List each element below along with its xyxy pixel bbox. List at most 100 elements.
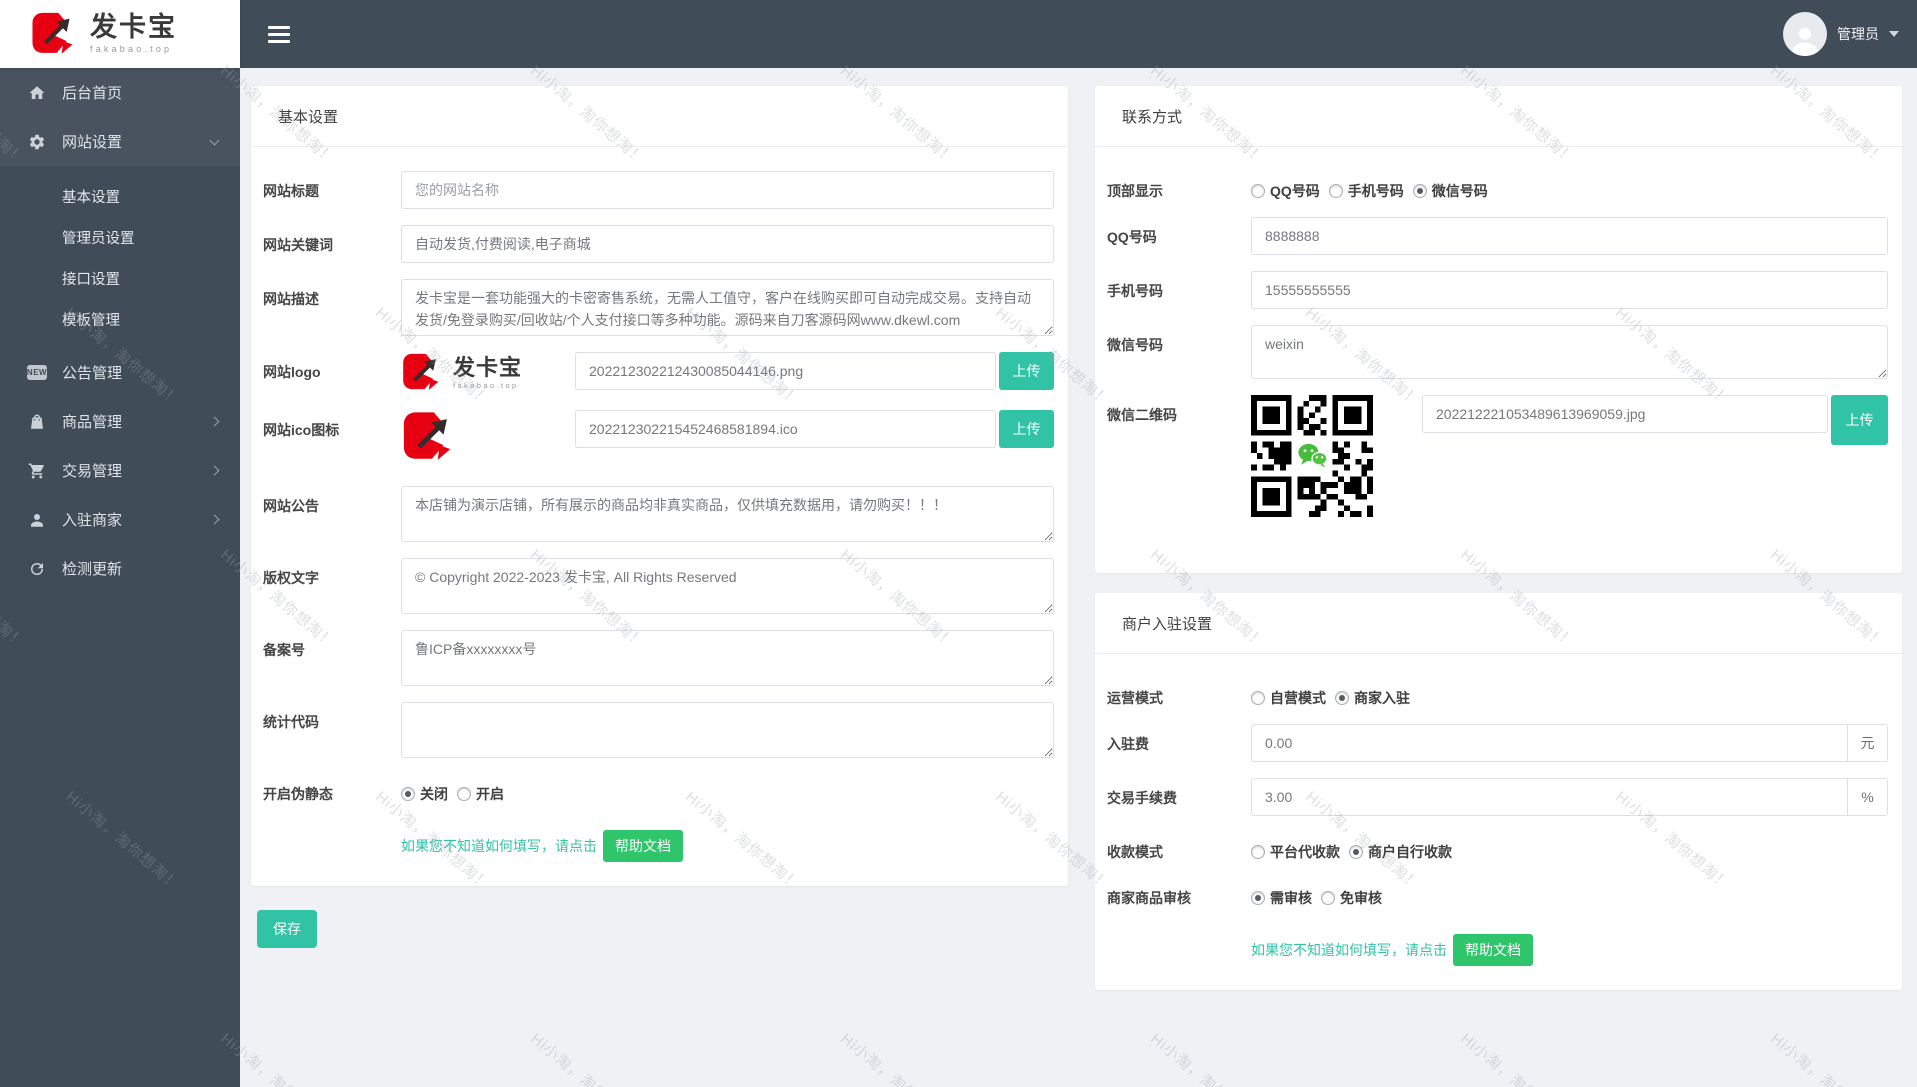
stats-code-textarea[interactable] xyxy=(401,702,1054,758)
main-content: 基本设置 网站标题 网站关键词 网站描述 发 xyxy=(240,68,1917,1087)
copyright-textarea[interactable]: © Copyright 2022-2023 发卡宝, All Rights Re… xyxy=(401,558,1054,614)
radio-option-label: 手机号码 xyxy=(1347,182,1404,199)
field-label: 开启伪静态 xyxy=(263,786,333,802)
radio-selected-icon[interactable] xyxy=(1412,183,1427,198)
radio-option[interactable]: 自营模式 xyxy=(1251,688,1326,708)
sidebar-item-check-update[interactable]: 检测更新 xyxy=(0,544,240,593)
field-label: 网站关键词 xyxy=(263,237,333,253)
sidebar-item-merchants[interactable]: 入驻商家 xyxy=(0,495,240,544)
sidebar-item-dashboard[interactable]: 后台首页 xyxy=(0,68,240,117)
sidebar-menu: 后台首页 网站设置 基本设置 管理员设置 接口设置 模板管理 NEW 公告管理 … xyxy=(0,68,240,593)
site-settings-submenu: 基本设置 管理员设置 接口设置 模板管理 xyxy=(0,166,240,348)
help-doc-button[interactable]: 帮助文档 xyxy=(1453,934,1533,966)
rewrite-row: 开启伪静态 关闭 开启 xyxy=(263,774,1054,804)
radio-option-label: 开启 xyxy=(476,785,504,802)
sidebar-item-api-settings[interactable]: 接口设置 xyxy=(0,258,240,299)
user-name: 管理员 xyxy=(1837,26,1879,42)
field-label: 微信二维码 xyxy=(1107,407,1177,423)
help-doc-button[interactable]: 帮助文档 xyxy=(603,830,683,862)
radio-option[interactable]: 商家入驻 xyxy=(1335,688,1410,708)
help-link[interactable]: 如果您不知道如何填写，请点击 xyxy=(1251,940,1447,960)
qr-filename-input[interactable] xyxy=(1422,395,1828,433)
logo-filename-input[interactable] xyxy=(575,352,996,390)
chevron-right-icon xyxy=(209,465,220,476)
description-textarea[interactable]: 发卡宝是一套功能强大的卡密寄售系统，无需人工值守，客户在线购买即可自动完成交易。… xyxy=(401,279,1054,336)
radio-selected-icon[interactable] xyxy=(1335,690,1349,705)
chevron-right-icon xyxy=(209,416,220,427)
sidebar-item-admin-settings[interactable]: 管理员设置 xyxy=(0,217,240,258)
entry-fee-row: 入驻费 元 xyxy=(1107,724,1888,762)
sidebar-item-site-settings[interactable]: 网站设置 xyxy=(0,117,240,166)
wechat-textarea[interactable]: weixin xyxy=(1251,325,1888,379)
field-label: 手机号码 xyxy=(1107,283,1163,299)
chevron-down-icon xyxy=(209,135,220,145)
stats-code-row: 统计代码 xyxy=(263,702,1054,758)
radio-selected-icon[interactable] xyxy=(1349,844,1363,859)
qq-input[interactable] xyxy=(1251,217,1888,255)
radio-unselected-icon[interactable] xyxy=(1321,890,1335,905)
sidebar-item-template-manage[interactable]: 模板管理 xyxy=(0,299,240,340)
review-mode-row: 商家商品审核 需审核 免审核 xyxy=(1107,878,1888,908)
help-link[interactable]: 如果您不知道如何填写，请点击 xyxy=(401,836,597,856)
radio-option[interactable]: 免审核 xyxy=(1321,888,1382,908)
radio-option-label: 免审核 xyxy=(1340,889,1382,906)
sidebar-item-basic-settings[interactable]: 基本设置 xyxy=(0,176,240,217)
wechat-row: 微信号码 weixin xyxy=(1107,325,1888,379)
field-label: 网站公告 xyxy=(263,498,319,514)
icp-textarea[interactable]: 鲁ICP备xxxxxxxx号 xyxy=(401,630,1054,686)
radio-option[interactable]: QQ号码 xyxy=(1251,181,1320,201)
radio-option[interactable]: 平台代收款 xyxy=(1251,842,1340,862)
radio-option[interactable]: 关闭 xyxy=(401,784,448,804)
keywords-row: 网站关键词 xyxy=(263,225,1054,263)
person-icon xyxy=(27,511,47,529)
sidebar-item-announcements[interactable]: NEW 公告管理 xyxy=(0,348,240,397)
notice-textarea[interactable]: 本店铺为演示店铺，所有展示的商品均非真实商品，仅供填充数据用，请勿购买！！！ xyxy=(401,486,1054,542)
wechat-logo-icon xyxy=(1292,436,1332,476)
sidebar-item-orders[interactable]: 交易管理 xyxy=(0,446,240,495)
user-menu[interactable]: 管理员 xyxy=(1783,12,1899,56)
keywords-input[interactable] xyxy=(401,225,1054,263)
radio-option-label: 微信号码 xyxy=(1431,182,1488,199)
hamburger-menu-icon[interactable] xyxy=(264,20,294,49)
radio-option[interactable]: 商户自行收款 xyxy=(1349,842,1452,862)
radio-unselected-icon[interactable] xyxy=(1251,844,1265,859)
radio-option-label: 需审核 xyxy=(1270,889,1312,906)
sidebar-item-label: 模板管理 xyxy=(62,313,120,329)
sidebar-item-products[interactable]: 商品管理 xyxy=(0,397,240,446)
description-row: 网站描述 发卡宝是一套功能强大的卡密寄售系统，无需人工值守，客户在线购买即可自动… xyxy=(263,279,1054,336)
save-button[interactable]: 保存 xyxy=(257,910,317,948)
radio-unselected-icon[interactable] xyxy=(1251,183,1265,198)
entry-fee-input[interactable] xyxy=(1251,724,1848,762)
operation-mode-radio-group: 自营模式 商家入驻 xyxy=(1251,678,1888,708)
sidebar-item-label: 网站设置 xyxy=(62,134,123,151)
app-logo[interactable]: 发卡宝 fakabao.top xyxy=(0,0,240,68)
radio-option-label: 关闭 xyxy=(420,785,448,802)
collection-mode-row: 收款模式 平台代收款 商户自行收款 xyxy=(1107,832,1888,862)
radio-option[interactable]: 需审核 xyxy=(1251,888,1312,908)
radio-unselected-icon[interactable] xyxy=(1328,183,1343,198)
ico-upload-button[interactable]: 上传 xyxy=(999,410,1054,448)
qr-upload-button[interactable]: 上传 xyxy=(1831,395,1888,445)
logo-upload-button[interactable]: 上传 xyxy=(999,352,1054,390)
merchant-help-row: 如果您不知道如何填写，请点击 帮助文档 xyxy=(1251,934,1888,966)
review-mode-radio-group: 需审核 免审核 xyxy=(1251,878,1888,908)
field-label: 备案号 xyxy=(263,642,305,658)
caret-down-icon xyxy=(1889,31,1899,37)
radio-option[interactable]: 手机号码 xyxy=(1328,181,1404,201)
field-label: 网站logo xyxy=(263,364,321,380)
radio-unselected-icon[interactable] xyxy=(1251,690,1265,705)
sidebar-item-label: 基本设置 xyxy=(62,190,120,206)
radio-selected-icon[interactable] xyxy=(1251,890,1265,905)
radio-option[interactable]: 微信号码 xyxy=(1412,181,1488,201)
ico-filename-input[interactable] xyxy=(575,410,996,448)
phone-input[interactable] xyxy=(1251,271,1888,309)
phone-row: 手机号码 xyxy=(1107,271,1888,309)
radio-unselected-icon[interactable] xyxy=(457,786,471,801)
avatar[interactable] xyxy=(1783,12,1827,56)
site-title-input[interactable] xyxy=(401,171,1054,209)
topbar: 管理员 xyxy=(240,0,1917,68)
radio-selected-icon[interactable] xyxy=(401,786,415,801)
field-label: 入驻费 xyxy=(1107,736,1149,752)
radio-option[interactable]: 开启 xyxy=(457,784,504,804)
commission-input[interactable] xyxy=(1251,778,1848,816)
